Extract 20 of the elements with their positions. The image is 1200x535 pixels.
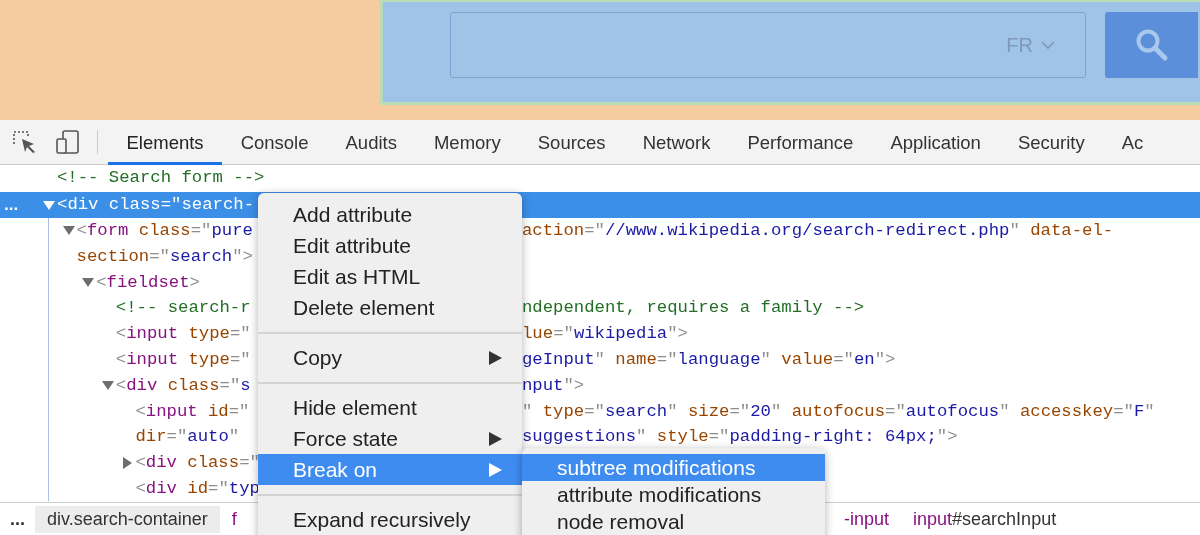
code-text: geInput" name="language" value="en"> <box>522 349 896 369</box>
code-text: <form class="pure <box>76 221 253 240</box>
code-text: <div class="s <box>115 375 251 395</box>
code-text: " type="search" size="20" autofocus="autofocus" accesskey="F" <box>522 401 1155 421</box>
code-text: <fieldset> <box>96 272 200 292</box>
code-text: <!-- Search form --> <box>57 168 265 188</box>
code-text: <div class=" <box>135 453 260 473</box>
code-text: nput"> <box>522 375 585 395</box>
code-text: suggestions" style="padding-right: 64px;"> <box>522 427 958 447</box>
code-text: lue="wikipedia"> <box>522 324 688 344</box>
code-text: <input type=" <box>115 349 251 369</box>
code-text: <input type=" <box>115 324 251 344</box>
code-text: <div class="search- <box>57 195 255 215</box>
code-text: <!-- search-r <box>115 298 251 318</box>
code-text: <input id=" <box>135 401 250 421</box>
code-text: action="//www.wikipedia.org/search-redirect.php" data-el- <box>522 221 1114 240</box>
code-text: ndependent, requires a family --> <box>522 298 865 318</box>
code-text: <div id="typ <box>135 478 260 498</box>
code-text: section="search"> <box>76 246 253 266</box>
code-text: dir="auto" <box>135 427 240 447</box>
